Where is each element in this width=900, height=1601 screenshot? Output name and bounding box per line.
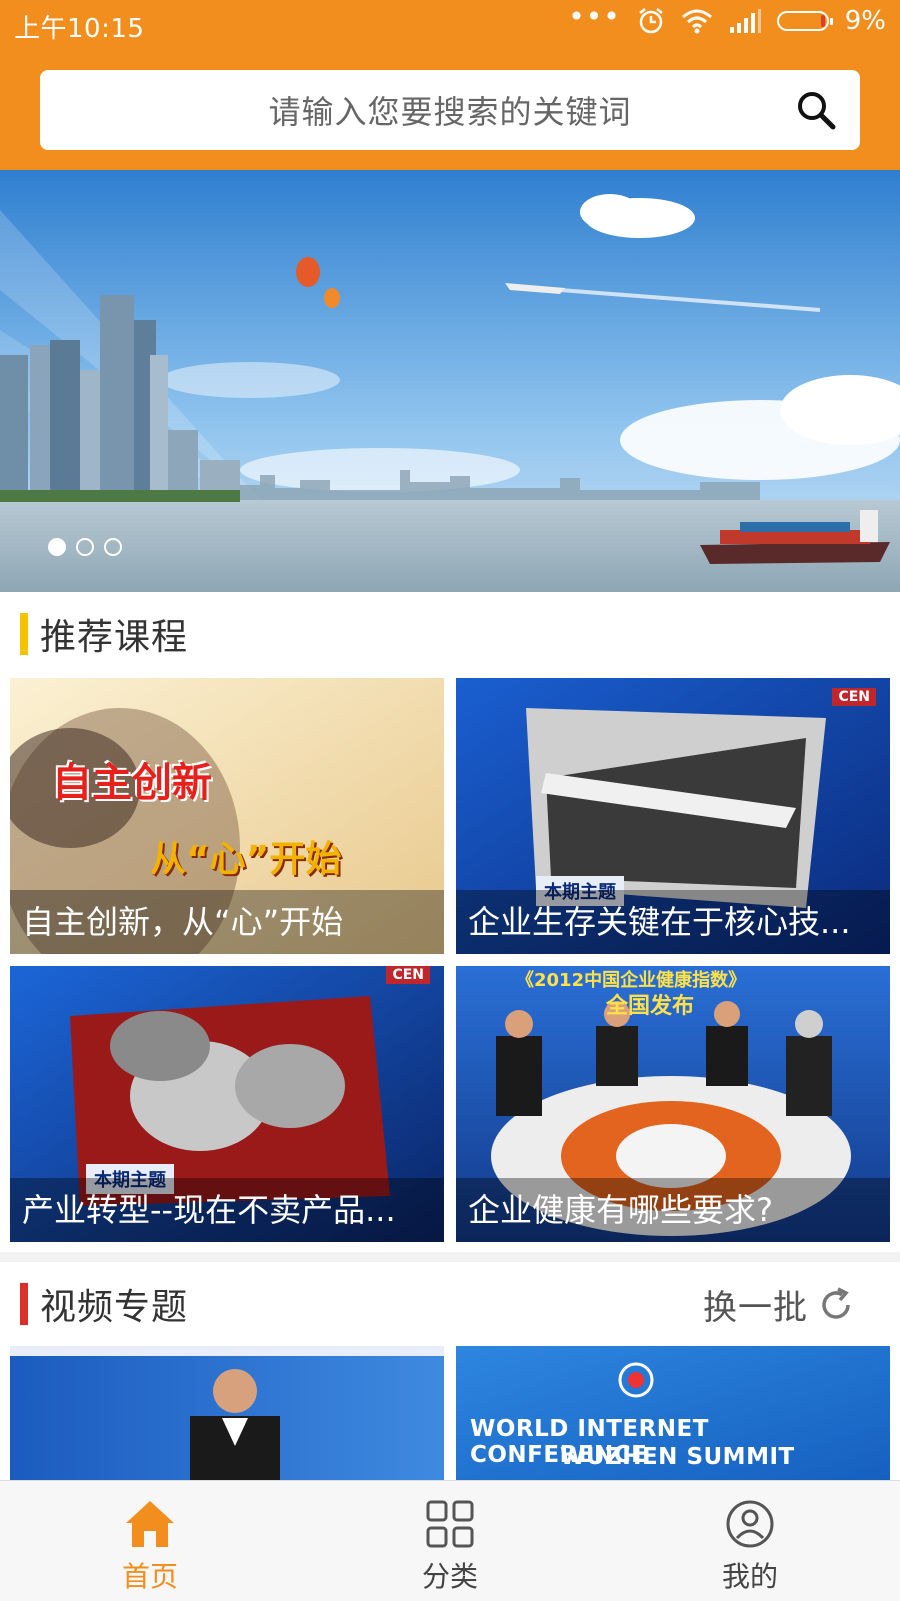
topic-card[interactable]: WORLD INTERNET CONFERENCE WUZHEN SUMMIT — [456, 1346, 890, 1480]
nav-home-label: 首页 — [121, 1560, 178, 1593]
battery-icon — [776, 11, 833, 31]
bottom-nav: 首页 分类 我的 — [0, 1480, 900, 1601]
wifi-icon — [681, 9, 712, 34]
program-subtitle: 全国发布 — [606, 994, 695, 1019]
search-input[interactable]: 请输入您要搜索的关键词 — [40, 70, 860, 150]
course-card[interactable]: CEN 本期主题 企业生存关键在于核心技... — [456, 678, 890, 954]
channel-logo: CEN — [832, 688, 876, 706]
nav-profile[interactable]: 我的 — [600, 1481, 900, 1601]
grid-icon — [426, 1500, 474, 1548]
search-placeholder: 请输入您要搜索的关键词 — [268, 93, 632, 131]
banner-image — [0, 170, 900, 592]
alarm-icon — [638, 8, 663, 34]
nav-category-label: 分类 — [421, 1560, 478, 1593]
course-caption: 自主创新，从“心”开始 — [10, 890, 444, 954]
course-caption: 企业生存关键在于核心技... — [456, 890, 890, 954]
signal-icon — [729, 9, 761, 33]
course-overlay-title: 自主创新 — [52, 760, 212, 806]
nav-profile-label: 我的 — [721, 1560, 778, 1593]
course-caption: 产业转型--现在不卖产品... — [10, 1178, 444, 1242]
video-topics-title: 视频专题 — [40, 1287, 189, 1328]
status-icons: ••• 9% — [568, 0, 886, 37]
channel-logo: CEN — [386, 966, 430, 984]
banner-pager[interactable] — [48, 538, 122, 556]
refresh-label: 换一批 — [703, 1288, 808, 1328]
nav-home[interactable]: 首页 — [0, 1481, 300, 1601]
status-time: 上午10:15 — [14, 14, 145, 44]
course-caption: 企业健康有哪些要求? — [456, 1178, 890, 1242]
course-card[interactable]: CEN 本期主题 产业转型--现在不卖产品... — [10, 966, 444, 1242]
search-icon[interactable] — [794, 88, 838, 132]
refresh-button[interactable]: 换一批 — [703, 1280, 856, 1329]
pager-dot[interactable] — [76, 538, 94, 556]
status-bar: 上午10:15 ••• 9% — [0, 0, 900, 52]
topic-card[interactable] — [10, 1346, 444, 1480]
video-topics-header: 视频专题 — [20, 1282, 188, 1328]
app-header: 上午10:15 ••• 9% 请输入您要搜索的关键词 — [0, 0, 900, 170]
home-icon — [126, 1501, 174, 1547]
user-icon — [726, 1500, 774, 1548]
section-accent-bar — [20, 1283, 28, 1325]
video-topics-section: 视频专题 换一批 WORLD INTERNET CONFERENCE WUZHE… — [0, 1262, 900, 1480]
recommended-header: 推荐课程 — [20, 612, 188, 658]
course-overlay-subtitle: 从“心”开始 — [150, 839, 342, 880]
nav-category[interactable]: 分类 — [300, 1481, 600, 1601]
banner-carousel[interactable] — [0, 170, 900, 592]
battery-percent: 9% — [844, 6, 886, 36]
refresh-icon — [822, 1286, 850, 1319]
section-accent-bar — [20, 613, 28, 655]
pager-dot[interactable] — [104, 538, 122, 556]
course-card[interactable]: 自主创新 从“心”开始 自主创新，从“心”开始 — [10, 678, 444, 954]
topic-overlay-line2: WUZHEN SUMMIT — [560, 1444, 795, 1470]
more-dots-icon: ••• — [568, 0, 621, 33]
recommended-title: 推荐课程 — [40, 617, 189, 658]
topic-thumbnail — [10, 1346, 444, 1480]
course-card[interactable]: 《2012中国企业健康指数》 全国发布 企业健康有哪些要求? — [456, 966, 890, 1242]
recommended-section: 推荐课程 自主创新 从“心”开始 自主创新，从“心”开始 CEN 本期主题 企业… — [0, 592, 900, 1252]
pager-dot[interactable] — [48, 538, 66, 556]
